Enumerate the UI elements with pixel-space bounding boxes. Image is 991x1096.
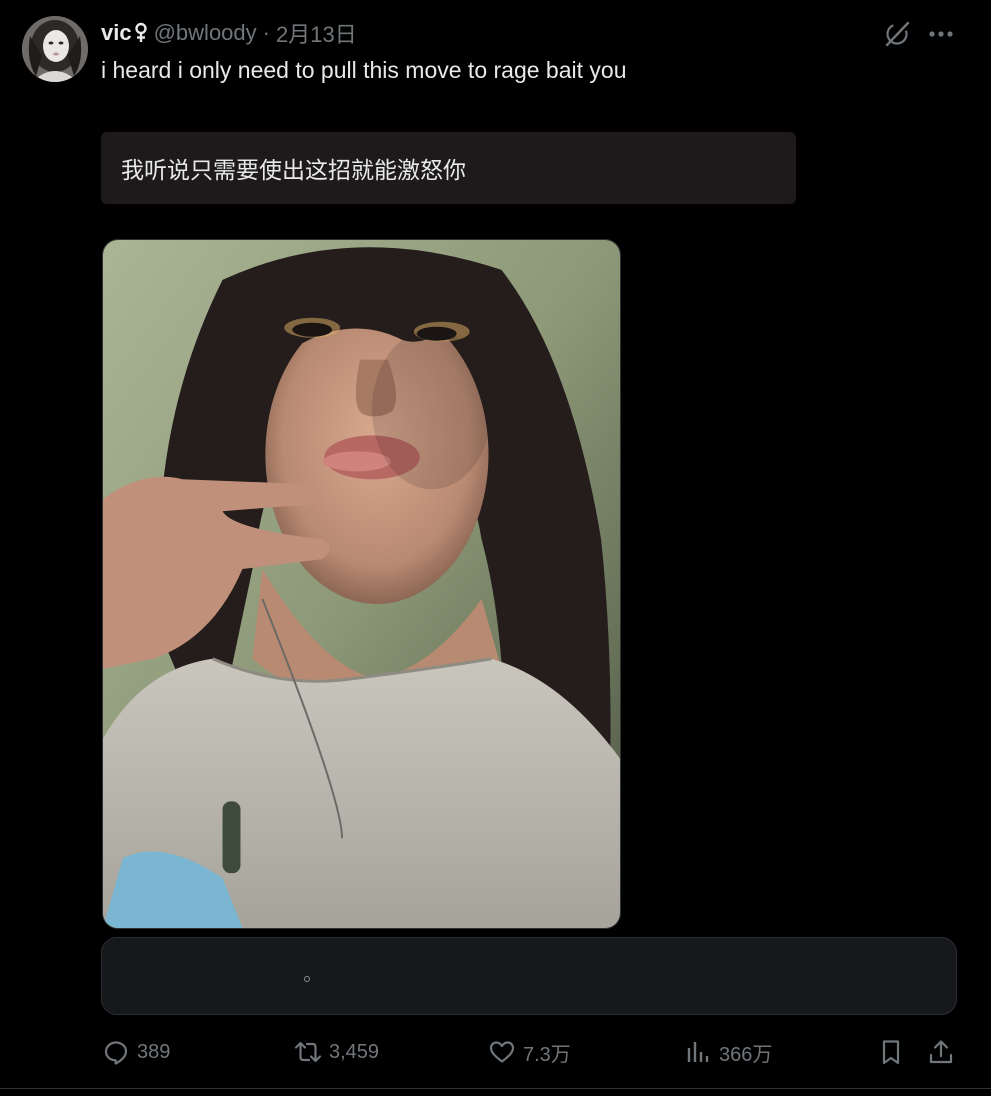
tweet-text: i heard i only need to pull this move to… — [101, 57, 627, 83]
tweet-photo[interactable] — [102, 239, 621, 929]
retweet-icon — [294, 1041, 322, 1063]
like-count: 7.3万 — [523, 1043, 571, 1066]
like-button[interactable]: 7.3万 — [488, 1032, 571, 1072]
retweet-button[interactable]: 3,459 — [294, 1032, 379, 1072]
analytics-icon — [687, 1042, 709, 1062]
bookmark-button[interactable] — [877, 1032, 905, 1072]
tweet-timestamp[interactable]: 2月13日 — [276, 17, 357, 49]
views-button[interactable]: 366万 — [684, 1032, 772, 1072]
author-display-name[interactable]: vic — [101, 20, 132, 46]
more-horizontal-icon[interactable] — [927, 22, 955, 46]
embed-card-dot — [304, 976, 310, 982]
embed-card[interactable] — [101, 937, 957, 1015]
share-icon — [929, 1040, 953, 1064]
grok-icon[interactable] — [883, 20, 911, 48]
tweet-header: vic @bwloody · 2月13日 — [101, 18, 357, 48]
tweet-divider — [0, 1088, 991, 1089]
share-button[interactable] — [927, 1032, 955, 1072]
bookmark-icon — [882, 1040, 900, 1065]
reply-button[interactable]: 389 — [102, 1032, 170, 1072]
female-sign-icon — [134, 22, 148, 44]
translation-box: 我听说只需要使出这招就能激怒你 — [101, 132, 796, 204]
heart-icon — [489, 1041, 515, 1063]
author-avatar[interactable] — [22, 16, 88, 82]
header-separator: · — [262, 20, 270, 45]
retweet-count: 3,459 — [329, 1040, 380, 1063]
tweet-actions: 389 3,459 7.3万 366万 — [0, 1032, 991, 1072]
tweet: vic @bwloody · 2月13日 i heard i only need… — [0, 0, 991, 1096]
translation-text: 我听说只需要使出这招就能激怒你 — [121, 158, 466, 184]
reply-icon — [104, 1041, 128, 1065]
author-handle[interactable]: @bwloody — [154, 20, 257, 46]
reply-count: 389 — [137, 1040, 171, 1063]
view-count: 366万 — [719, 1043, 773, 1066]
